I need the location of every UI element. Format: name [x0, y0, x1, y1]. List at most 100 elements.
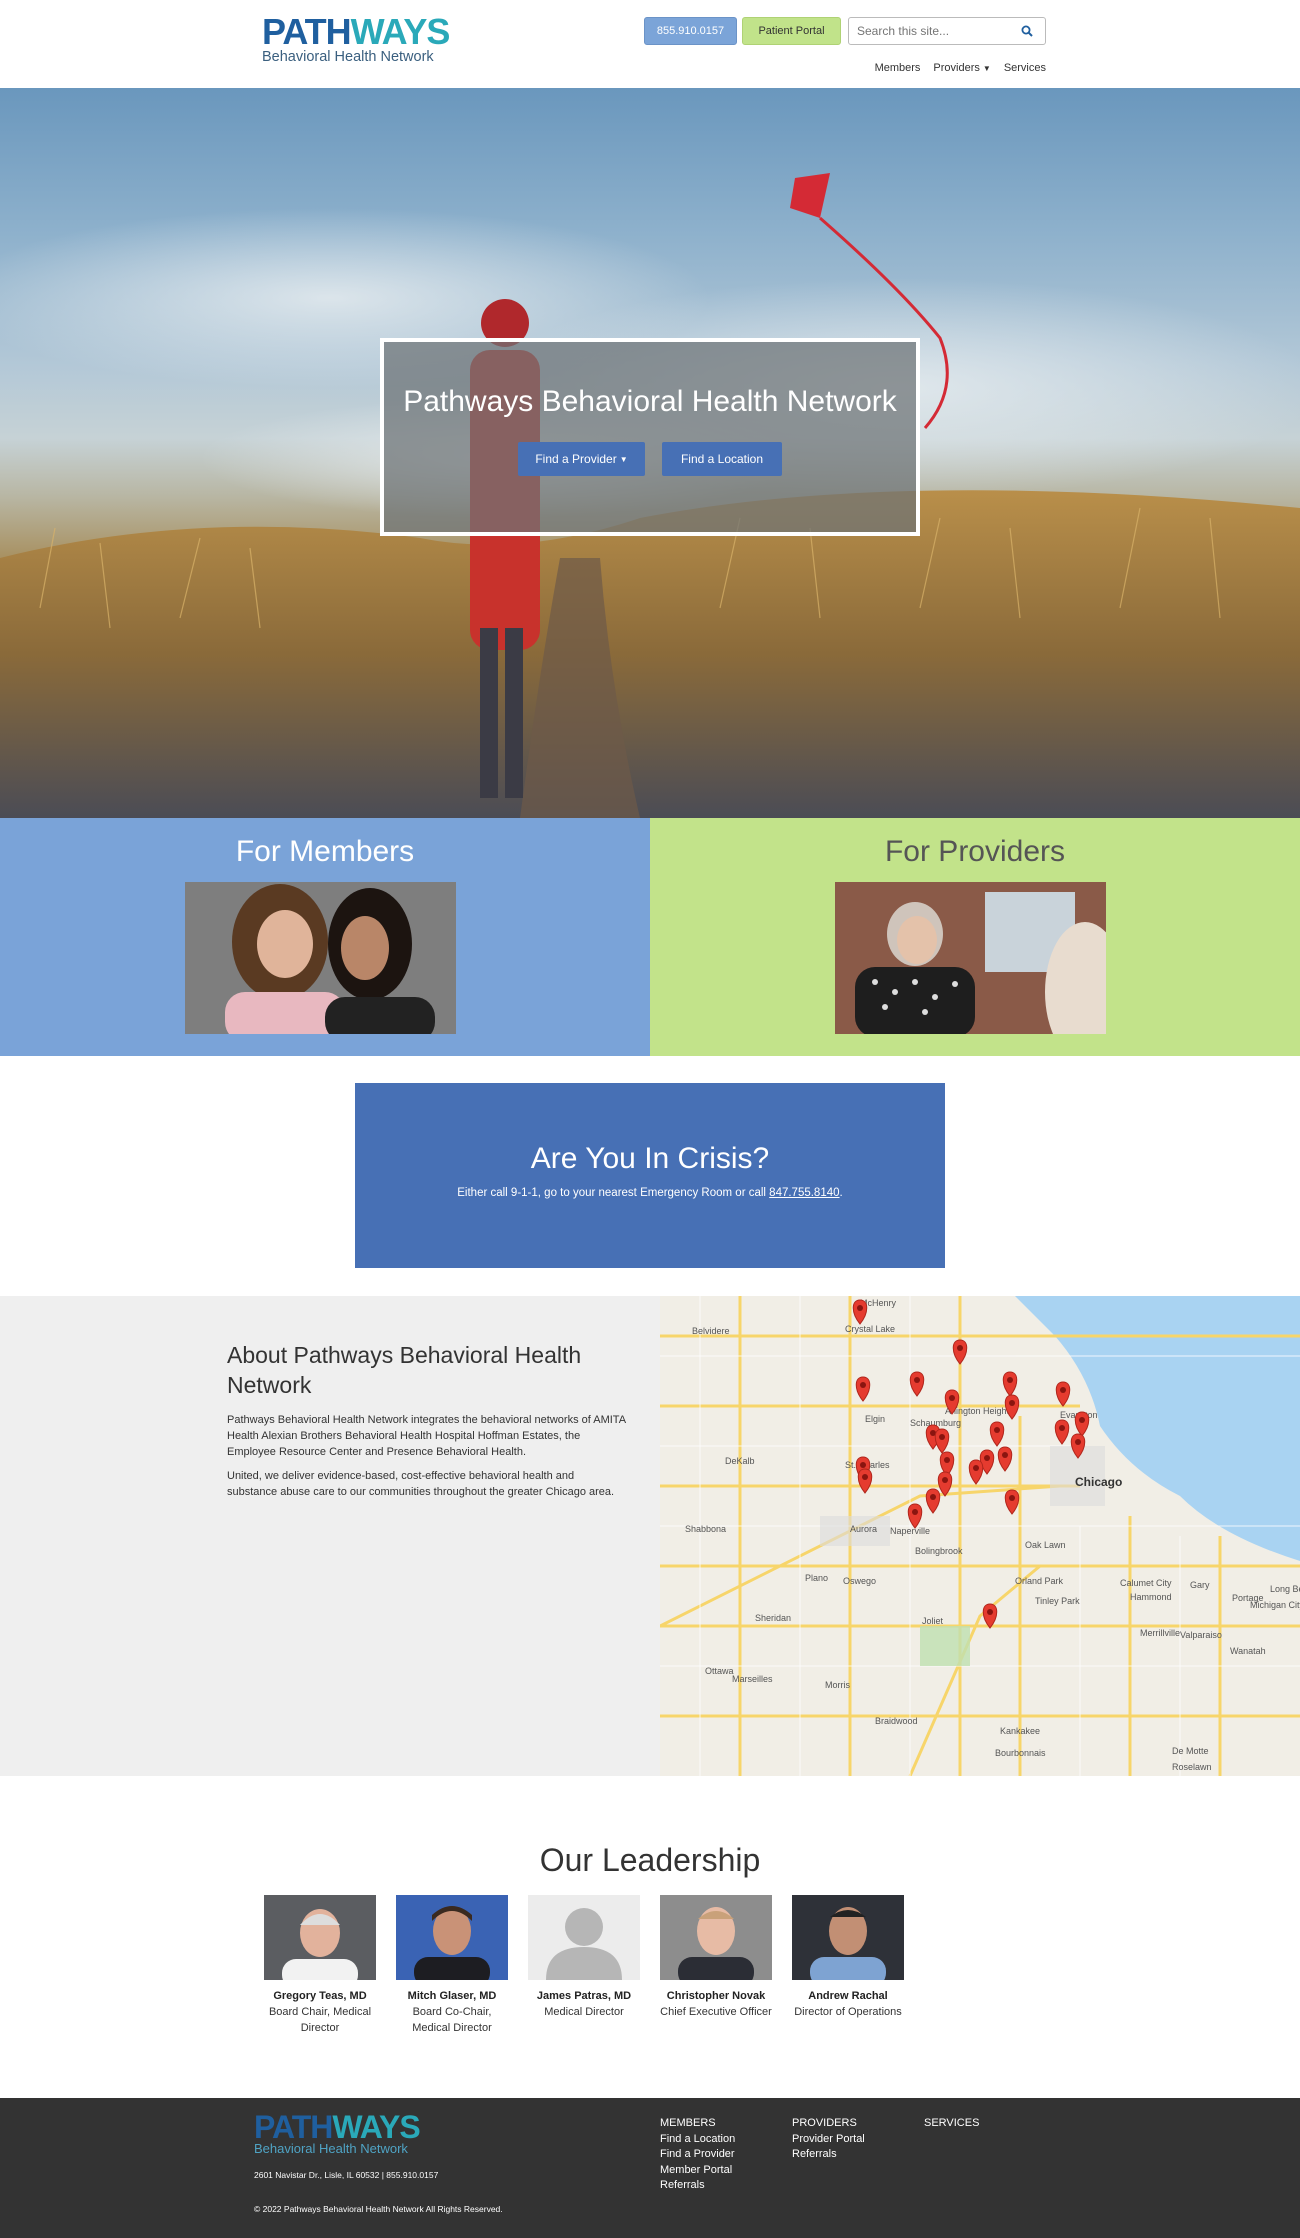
map-place-label: Oswego [843, 1576, 876, 1586]
map-place-label: Roselawn [1172, 1762, 1212, 1772]
map-pin-dot [957, 1345, 963, 1351]
audience-section: For Members For Providers [0, 818, 1300, 1056]
map-place-label: Bourbonnais [995, 1748, 1046, 1758]
map-place-label: Chicago [1075, 1475, 1122, 1489]
leader-name: Gregory Teas, MD [273, 1990, 367, 2002]
map-place-label: Aurora [850, 1524, 877, 1534]
map-place-label: Plano [805, 1573, 828, 1583]
about-paragraph-1: Pathways Behavioral Health Network integ… [227, 1414, 626, 1458]
leader-name: Christopher Novak [666, 1990, 766, 2002]
patient-portal-button[interactable]: Patient Portal [742, 17, 841, 45]
footer-members-heading[interactable]: MEMBERS [660, 2116, 735, 2132]
nav-members[interactable]: Members [875, 62, 921, 74]
map-pin-dot [939, 1434, 945, 1440]
leader-role: Board Chair, Medical Director [268, 2006, 372, 2034]
map-place-label: Morris [825, 1680, 850, 1690]
site-header: PATHWAYS Behavioral Health Network 855.9… [0, 0, 1300, 88]
map-pin-dot [1009, 1400, 1015, 1406]
map-place-label: Long Be [1270, 1584, 1300, 1594]
search-input[interactable] [849, 24, 1014, 38]
map-pin-dot [1079, 1417, 1085, 1423]
leader-photo [264, 1895, 376, 1980]
logo-path-text: PATH [262, 11, 352, 52]
footer-link-provider-portal[interactable]: Provider Portal [792, 2132, 865, 2148]
map-place-label: Bolingbrook [915, 1546, 963, 1556]
footer-link-find-provider[interactable]: Find a Provider [660, 2147, 735, 2163]
footer-providers-heading[interactable]: PROVIDERS [792, 2116, 865, 2132]
map-pin-dot [930, 1494, 936, 1500]
map-pin-dot [1002, 1452, 1008, 1458]
leader-card[interactable]: Mitch Glaser, MD Board Co-Chair, Medical… [396, 1895, 508, 2036]
map-place-label: Orland Park [1015, 1576, 1064, 1586]
map-pin-dot [994, 1427, 1000, 1433]
hero-buttons: Find a Provider ▼ Find a Location [384, 442, 916, 476]
leader-card[interactable]: Christopher Novak Chief Executive Office… [660, 1895, 772, 2036]
search-icon[interactable] [1014, 18, 1040, 44]
crisis-banner: Are You In Crisis? Either call 9-1-1, go… [355, 1083, 945, 1268]
locations-map[interactable]: McHenry Crystal Lake Belvidere Arlington He… [660, 1296, 1300, 1776]
leader-role: Director of Operations [794, 2006, 902, 2018]
hero-title: Pathways Behavioral Health Network [403, 385, 897, 418]
leader-card[interactable]: James Patras, MD Medical Director [528, 1895, 640, 2036]
footer-logo-wordmark: PATHWAYS [254, 2109, 421, 2145]
leader-photo [792, 1895, 904, 1980]
footer-link-member-portal[interactable]: Member Portal [660, 2163, 735, 2179]
map-place-label: Crystal Lake [845, 1324, 895, 1334]
about-title: About Pathways Behavioral Health Network [227, 1342, 582, 1398]
hero-overlay-card: Pathways Behavioral Health Network Find … [380, 338, 920, 536]
leader-name: Mitch Glaser, MD [407, 1990, 497, 2002]
nav-providers-label: Providers [933, 62, 980, 74]
map-canvas[interactable]: McHenryCrystal LakeBelvidereArlington He… [660, 1296, 1300, 1776]
leader-name: James Patras, MD [536, 1990, 632, 2002]
map-pin-dot [862, 1474, 868, 1480]
map-pin-dot [860, 1462, 866, 1468]
footer-link-provider-referrals[interactable]: Referrals [792, 2147, 865, 2163]
crisis-text-end: . [839, 1187, 843, 1199]
for-members-title[interactable]: For Members [0, 834, 650, 870]
leader-card[interactable]: Andrew Rachal Director of Operations [792, 1895, 904, 2036]
map-place-label: Merrillville [1140, 1628, 1180, 1638]
find-provider-button[interactable]: Find a Provider ▼ [518, 442, 645, 476]
crisis-phone-link[interactable]: 847.755.8140 [769, 1187, 839, 1199]
find-provider-label: Find a Provider [535, 452, 617, 466]
leader-card[interactable]: Gregory Teas, MD Board Chair, Medical Di… [264, 1895, 376, 2036]
map-pin-dot [987, 1609, 993, 1615]
site-footer: PATHWAYS Behavioral Health Network 2601 … [0, 2098, 1300, 2238]
map-place-label: Wanatah [1230, 1646, 1266, 1656]
map-pin-dot [914, 1377, 920, 1383]
footer-logo[interactable]: PATHWAYS Behavioral Health Network [254, 2109, 421, 2157]
leader-photo [396, 1895, 508, 1980]
footer-logo-ways: WAYS [332, 2109, 420, 2145]
for-providers-panel[interactable]: For Providers [650, 818, 1300, 1056]
map-place-label: Joliet [922, 1616, 944, 1626]
crisis-title: Are You In Crisis? [530, 1142, 770, 1175]
nav-services[interactable]: Services [1004, 62, 1046, 74]
crisis-text: Either call 9-1-1, go to your nearest Em… [355, 1187, 945, 1199]
map-place-label: Belvidere [692, 1326, 730, 1336]
map-place-label: Sheridan [755, 1613, 791, 1623]
footer-link-referrals[interactable]: Referrals [660, 2178, 735, 2194]
members-photo[interactable] [185, 882, 456, 1034]
footer-link-find-location[interactable]: Find a Location [660, 2132, 735, 2148]
map-pin-dot [1075, 1439, 1081, 1445]
leader-photo [660, 1895, 772, 1980]
about-paragraph-2: United, we deliver evidence-based, cost-… [227, 1470, 615, 1498]
map-pin-dot [984, 1455, 990, 1461]
chevron-down-icon: ▼ [982, 64, 991, 73]
nav-providers[interactable]: Providers ▼ [933, 62, 990, 74]
site-search [848, 17, 1046, 45]
map-place-label: Michigan City [1250, 1600, 1300, 1610]
map-place-label: Gary [1190, 1580, 1210, 1590]
map-pin-dot [949, 1395, 955, 1401]
for-members-panel[interactable]: For Members [0, 818, 650, 1056]
map-place-label: DeKalb [725, 1456, 755, 1466]
providers-photo[interactable] [835, 882, 1106, 1034]
map-place-label: Hammond [1130, 1592, 1172, 1602]
site-logo[interactable]: PATHWAYS Behavioral Health Network [262, 14, 452, 76]
logo-wordmark: PATHWAYS [262, 14, 452, 50]
find-location-button[interactable]: Find a Location [662, 442, 782, 476]
map-pin-dot [1007, 1377, 1013, 1383]
phone-button[interactable]: 855.910.0157 [644, 17, 737, 45]
footer-services-heading[interactable]: SERVICES [924, 2116, 979, 2132]
for-providers-title[interactable]: For Providers [650, 834, 1300, 870]
